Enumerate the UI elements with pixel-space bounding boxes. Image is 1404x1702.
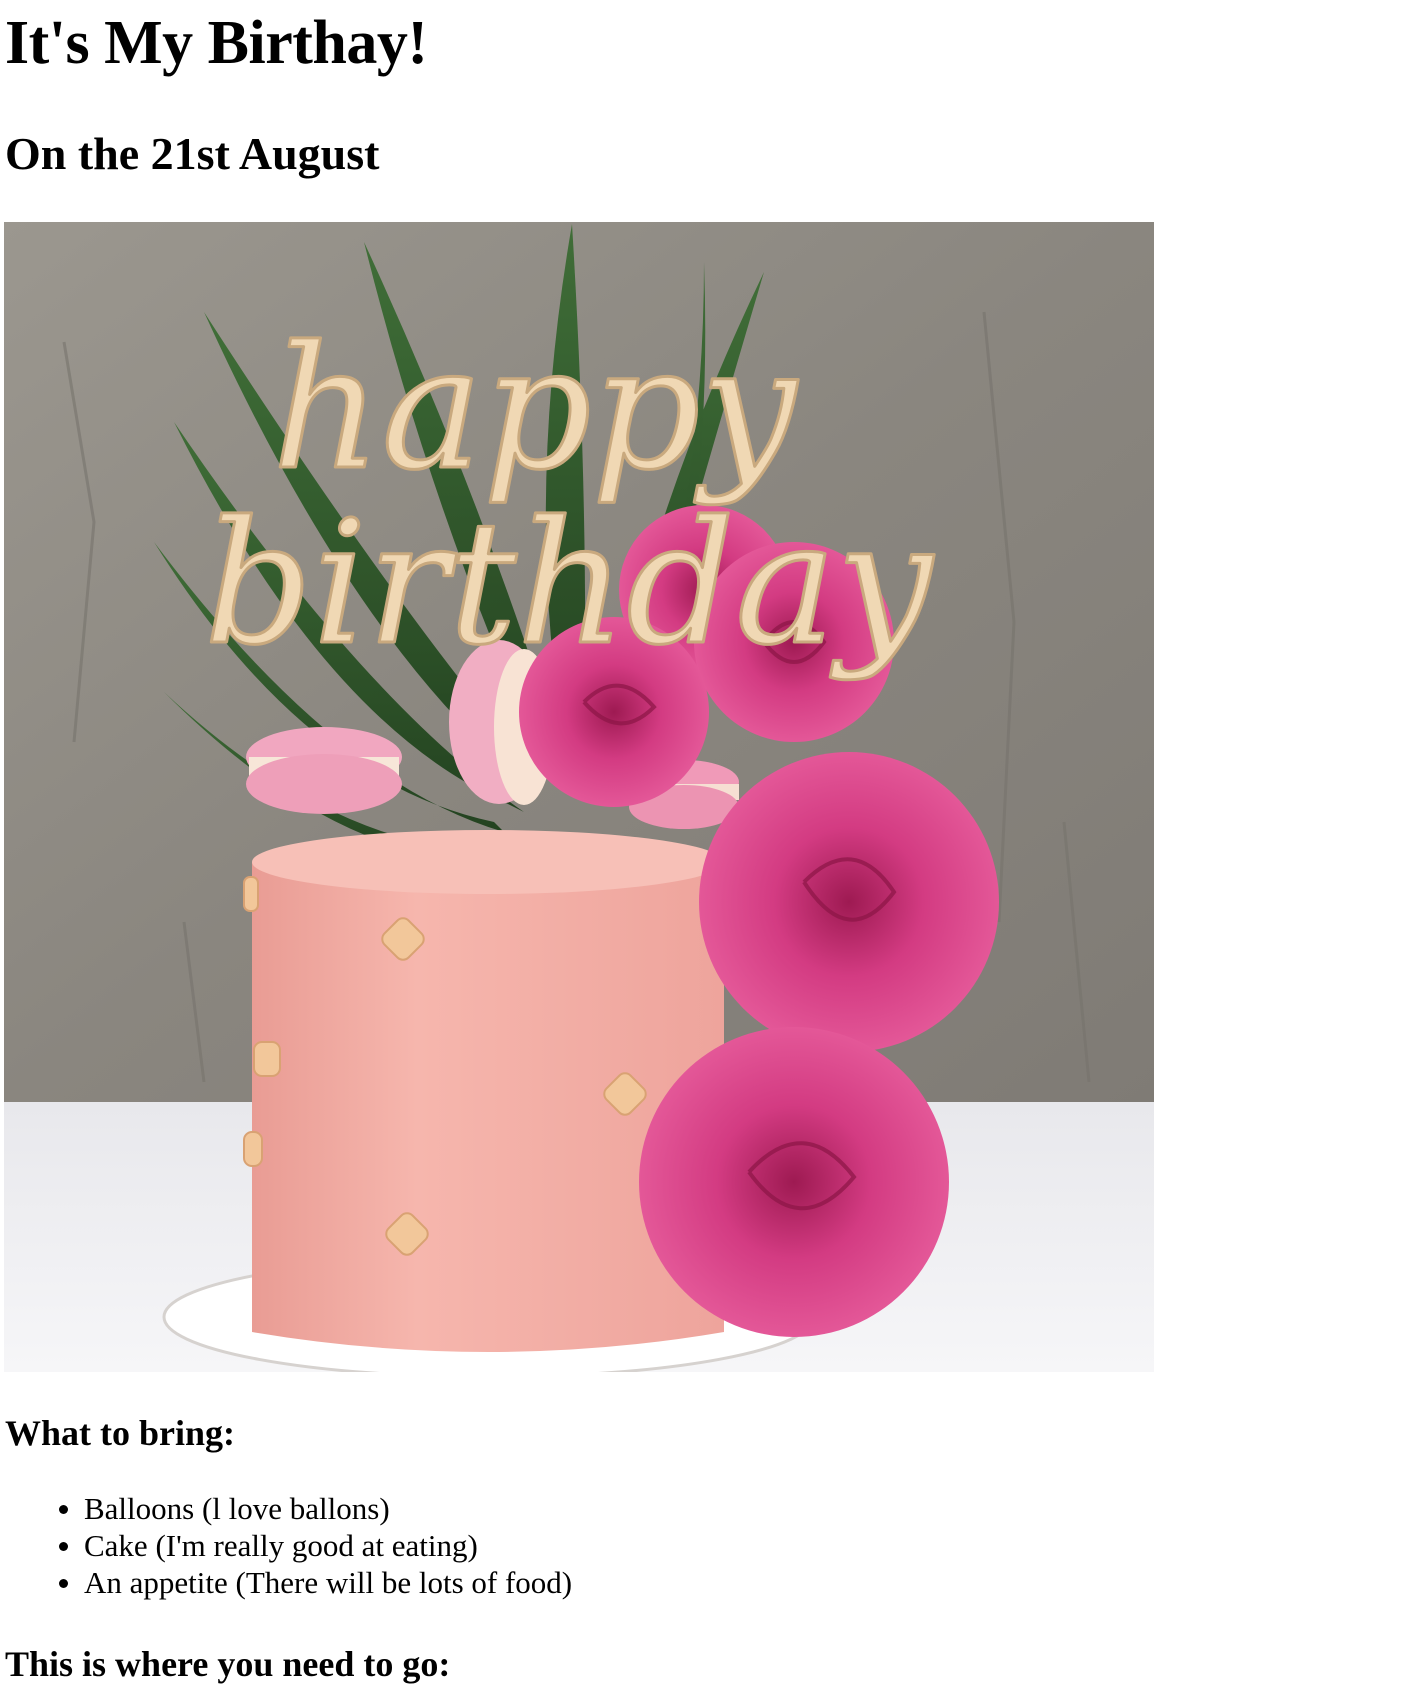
birthday-page: It's My Birthay! On the 21st August happ… xyxy=(0,0,1404,1702)
bring-list: Balloons (l love ballons) Cake (I'm real… xyxy=(0,1490,572,1601)
topper-text-happy: happy xyxy=(272,310,798,508)
date-heading: On the 21st August xyxy=(5,128,380,179)
topper-text-birthday: birthday xyxy=(204,485,934,683)
birthday-cake-image: happy birthday xyxy=(4,222,1154,1372)
list-item: An appetite (There will be lots of food) xyxy=(58,1565,573,1600)
page-title: It's My Birthay! xyxy=(5,9,428,77)
list-item: Balloons (l love ballons) xyxy=(58,1490,572,1527)
location-heading: This is where you need to go: xyxy=(5,1644,451,1684)
list-item: Cake (I'm really good at eating) xyxy=(58,1527,572,1564)
cake-illustration: happy birthday xyxy=(4,222,1154,1372)
what-to-bring-heading: What to bring: xyxy=(5,1413,236,1453)
